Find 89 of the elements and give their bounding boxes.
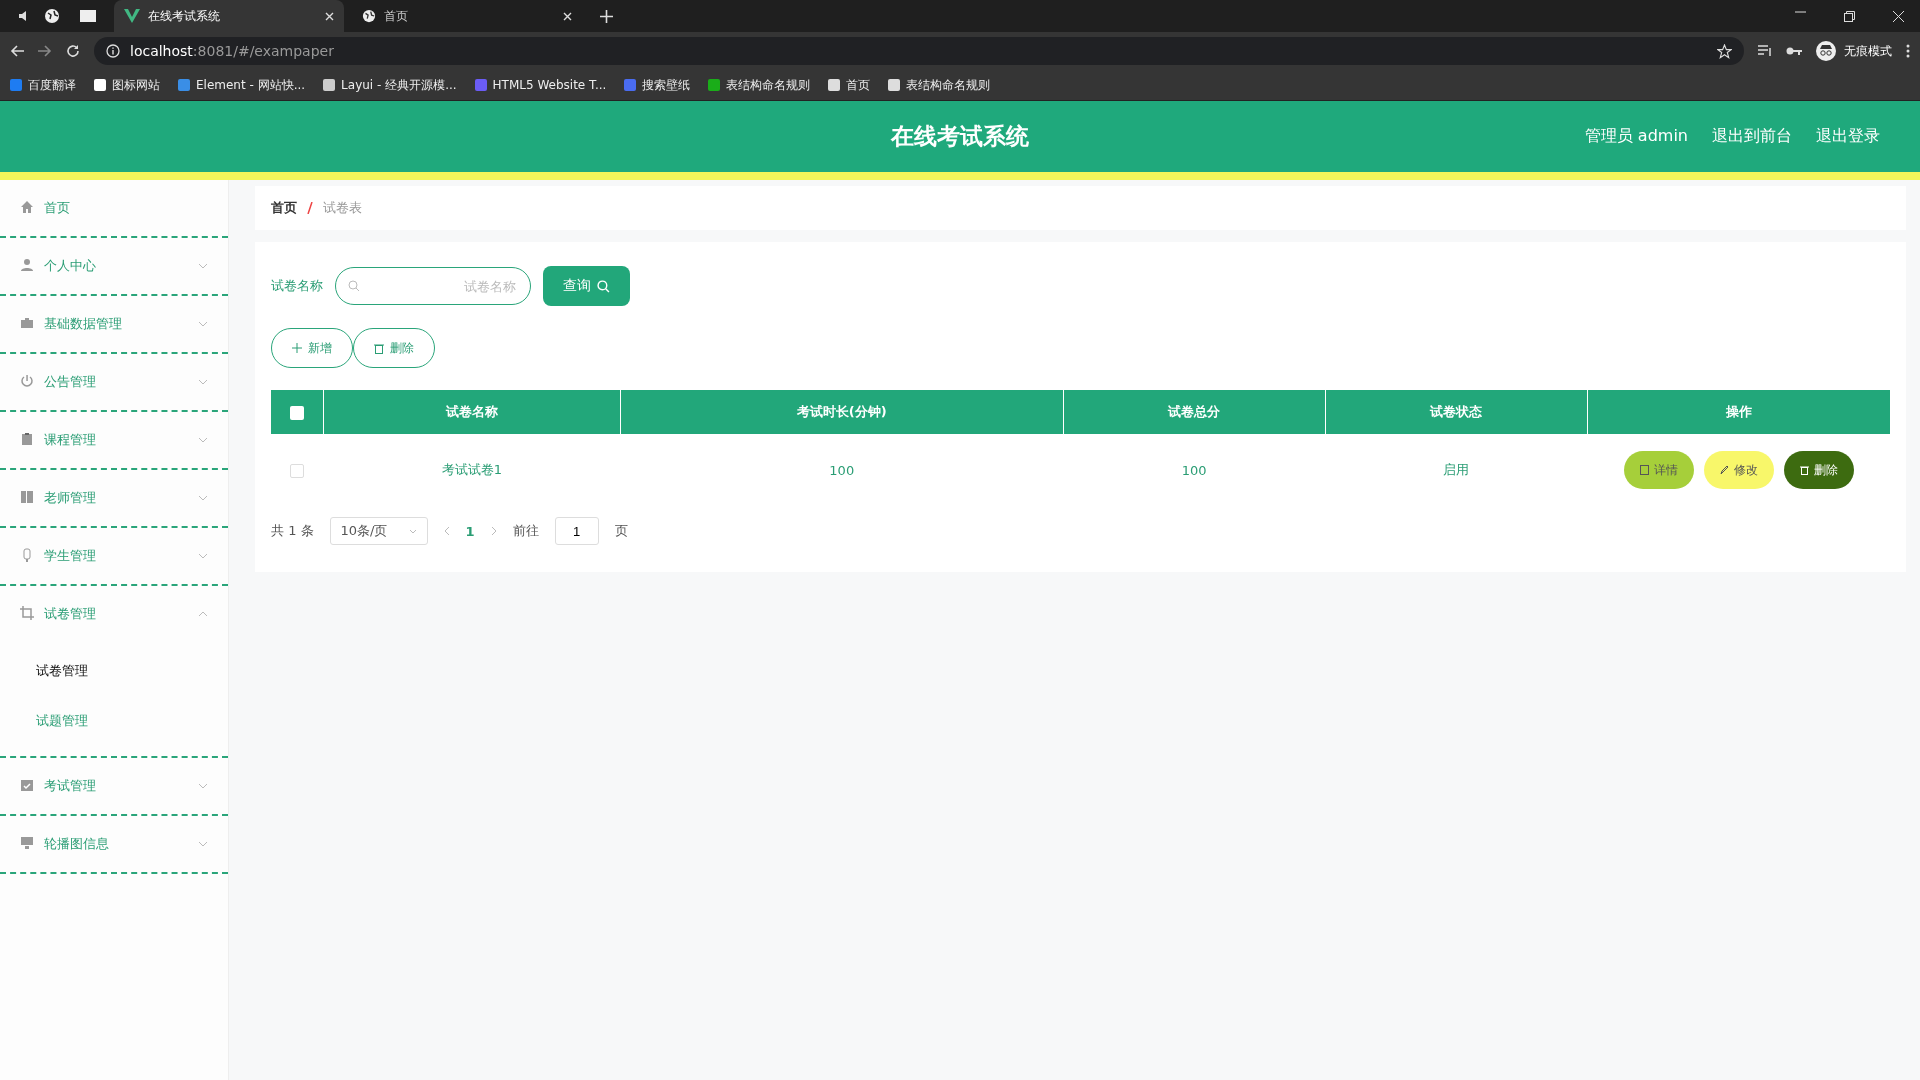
incognito-badge[interactable]: 无痕模式	[1816, 41, 1892, 61]
bookmark-icon	[323, 79, 336, 91]
search-label: 试卷名称	[271, 277, 323, 295]
sidebar-item[interactable]: 老师管理	[0, 470, 228, 526]
close-icon[interactable]	[563, 11, 572, 21]
select-all-checkbox[interactable]	[290, 405, 304, 420]
sidebar-item[interactable]: 试卷管理	[0, 586, 228, 642]
total-count: 共 1 条	[271, 522, 314, 540]
bookmark[interactable]: Element - 网站快...	[196, 76, 306, 94]
slash-icon	[307, 202, 313, 214]
add-button[interactable]: 新增	[271, 328, 353, 368]
bookmark-icon	[888, 79, 901, 91]
document-icon	[1639, 465, 1649, 475]
search-icon	[348, 280, 360, 292]
column-header: 操作	[1587, 390, 1890, 434]
column-header: 试卷总分	[1063, 390, 1326, 434]
breadcrumb-item[interactable]: 首页	[271, 199, 297, 217]
column-header: 试卷状态	[1325, 390, 1588, 434]
info-icon[interactable]	[106, 44, 120, 58]
trash-icon	[1799, 465, 1809, 475]
sidebar-item[interactable]: 基础数据管理	[0, 296, 228, 352]
globe-icon	[362, 9, 376, 23]
mic-icon	[20, 547, 34, 565]
goto-label: 前往	[512, 522, 539, 540]
sidebar-item[interactable]: 轮播图信息	[0, 816, 228, 872]
forward-icon[interactable]	[38, 45, 52, 57]
bookmark-icon	[624, 79, 637, 91]
playlist-icon[interactable]	[1758, 45, 1772, 57]
address-bar[interactable]: localhost:8081/#/exampaper	[94, 37, 1744, 65]
bookmark[interactable]: 首页	[846, 76, 871, 94]
breadcrumb-item: 试卷表	[323, 199, 362, 217]
column-header: 考试时长(分钟)	[620, 390, 1064, 434]
bookmark-icon	[10, 79, 22, 91]
sidebar-item[interactable]: 个人中心	[0, 238, 228, 294]
bookmark[interactable]: 图标网站	[112, 76, 160, 94]
trash-icon	[374, 342, 384, 354]
table-cell: 考试试卷1	[323, 434, 621, 506]
bookmark[interactable]: 表结构命名规则	[906, 76, 991, 94]
table-cell: 100	[620, 434, 1064, 506]
bookmark-icon	[178, 79, 190, 91]
delete-button[interactable]: 删除	[1783, 451, 1854, 489]
search-icon	[597, 279, 610, 293]
bookmark[interactable]: 百度翻译	[28, 76, 76, 94]
close-icon[interactable]	[1893, 10, 1904, 22]
caret-icon	[408, 528, 417, 534]
more-icon[interactable]	[1906, 44, 1910, 58]
bookmark[interactable]: 表结构命名规则	[726, 76, 811, 94]
star-icon[interactable]	[1717, 43, 1732, 59]
plus-icon	[292, 343, 302, 353]
row-checkbox[interactable]	[290, 463, 305, 478]
bookmark-icon	[94, 79, 106, 91]
sidebar-item[interactable]: 公告管理	[0, 354, 228, 410]
search-input[interactable]: 试卷名称	[366, 277, 518, 295]
minimize-icon[interactable]	[1795, 10, 1806, 13]
table-cell: 100	[1063, 434, 1326, 506]
sidebar-item[interactable]: 首页	[0, 180, 228, 236]
submenu-item[interactable]: 试卷管理	[0, 646, 228, 696]
globe-icon[interactable]	[42, 8, 62, 24]
browser-tab[interactable]: 首页	[352, 0, 582, 32]
bookmark-icon	[474, 79, 487, 91]
detail-button[interactable]: 详情	[1623, 451, 1694, 489]
key-icon[interactable]	[1786, 46, 1802, 56]
table-cell: 启用	[1325, 434, 1588, 506]
new-tab-icon[interactable]	[600, 9, 613, 23]
back-icon[interactable]	[10, 45, 24, 57]
bookmark[interactable]: 搜索壁纸	[642, 76, 691, 94]
pencil-icon	[1719, 465, 1729, 475]
submenu-item[interactable]: 试题管理	[0, 696, 228, 746]
bookmark-icon	[828, 79, 841, 91]
sidebar-item[interactable]: 考试管理	[0, 758, 228, 814]
close-icon[interactable]	[325, 11, 334, 21]
browser-tab[interactable]: 在线考试系统	[114, 0, 344, 32]
bookmark[interactable]: Layui - 经典开源模...	[341, 76, 457, 94]
goto-page-field[interactable]: 1	[554, 517, 599, 545]
page-size-select[interactable]: 10条/页	[329, 517, 428, 545]
bookmark-icon	[708, 79, 721, 91]
column-header: 试卷名称	[323, 390, 621, 434]
edit-button[interactable]: 修改	[1703, 451, 1774, 489]
page-suffix: 页	[614, 522, 628, 540]
sidebar-item[interactable]: 学生管理	[0, 528, 228, 584]
bookmark[interactable]: HTML5 Website T...	[492, 78, 607, 92]
crop-icon	[20, 605, 34, 623]
reload-icon[interactable]	[66, 44, 80, 58]
v-logo-icon	[124, 9, 140, 23]
page-number[interactable]: 1	[465, 523, 475, 539]
sidebar-item[interactable]: 课程管理	[0, 412, 228, 468]
delete-button[interactable]: 删除	[353, 328, 435, 368]
restore-icon[interactable]	[1844, 10, 1855, 22]
app-title: 在线考试系统	[891, 122, 1029, 151]
